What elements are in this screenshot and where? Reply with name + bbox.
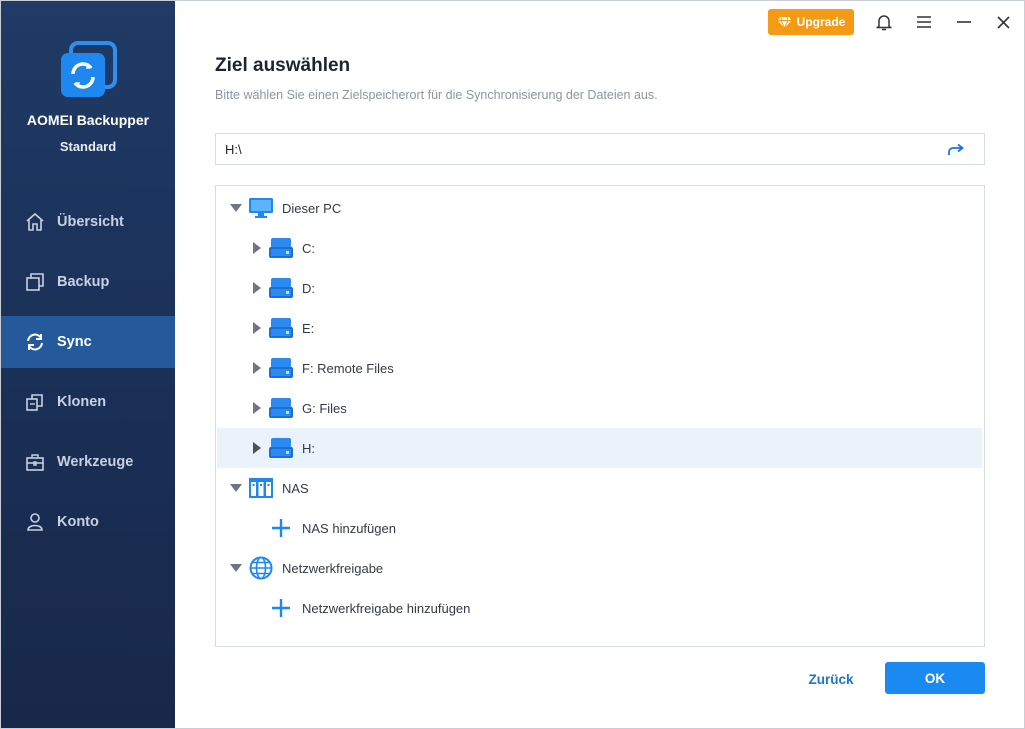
location-tree: Dieser PC C: D: E: F: Remote Files G: Fi… xyxy=(215,185,985,647)
upgrade-label: Upgrade xyxy=(796,15,846,29)
expand-right-arrow-icon[interactable] xyxy=(251,322,263,334)
sidebar-item-label: Werkzeuge xyxy=(57,454,134,470)
menu-icon[interactable] xyxy=(912,10,936,34)
expand-down-arrow-icon[interactable] xyxy=(230,482,242,494)
tree-node-network-share[interactable]: Netzwerkfreigabe xyxy=(217,548,982,588)
tree-node-drive[interactable]: E: xyxy=(217,308,982,348)
drive-icon xyxy=(269,436,293,460)
app-name: AOMEI Backupper xyxy=(26,112,150,128)
user-icon xyxy=(25,512,45,532)
notification-bell-icon[interactable] xyxy=(872,10,896,34)
tree-node-drive[interactable]: C: xyxy=(217,228,982,268)
sidebar-item-tools[interactable]: Werkzeuge xyxy=(1,436,175,488)
plus-icon xyxy=(269,596,293,620)
sync-icon xyxy=(25,332,45,352)
home-icon xyxy=(25,212,45,232)
drive-label: C: xyxy=(302,240,315,256)
sidebar-item-overview[interactable]: Übersicht xyxy=(1,196,175,248)
backup-icon xyxy=(25,272,45,292)
add-network-share-button[interactable]: Netzwerkfreigabe hinzufügen xyxy=(217,588,982,628)
plus-icon xyxy=(269,516,293,540)
nas-icon xyxy=(249,476,273,500)
tree-node-label: NAS xyxy=(282,480,309,496)
app-edition: Standard xyxy=(59,139,117,154)
drive-icon xyxy=(269,276,293,300)
back-button[interactable]: Zurück xyxy=(801,663,861,695)
expand-down-arrow-icon[interactable] xyxy=(230,562,242,574)
clone-icon xyxy=(25,392,45,412)
drive-label: E: xyxy=(302,320,315,336)
diamond-icon xyxy=(777,16,792,29)
sidebar: AOMEI Backupper Standard Übersicht Backu… xyxy=(1,1,175,728)
expand-right-arrow-icon[interactable] xyxy=(251,282,263,294)
upgrade-button[interactable]: Upgrade xyxy=(768,9,854,35)
sidebar-item-account[interactable]: Konto xyxy=(1,496,175,548)
toolbox-icon xyxy=(25,452,45,472)
app-logo-icon xyxy=(59,41,117,99)
tree-node-drive-selected[interactable]: H: xyxy=(217,428,982,468)
sidebar-item-sync[interactable]: Sync xyxy=(1,316,175,368)
path-field xyxy=(215,133,985,165)
expand-right-arrow-icon[interactable] xyxy=(251,242,263,254)
drive-icon xyxy=(269,236,293,260)
computer-icon xyxy=(249,196,273,220)
sidebar-item-label: Backup xyxy=(57,274,110,290)
tree-node-label: Dieser PC xyxy=(282,200,342,216)
sidebar-item-label: Übersicht xyxy=(57,214,124,230)
tree-node-drive[interactable]: G: Files xyxy=(217,388,982,428)
add-nas-button[interactable]: NAS hinzufügen xyxy=(217,508,982,548)
expand-right-arrow-icon[interactable] xyxy=(251,442,263,454)
sidebar-item-backup[interactable]: Backup xyxy=(1,256,175,308)
drive-label: G: Files xyxy=(302,400,347,416)
drive-label: H: xyxy=(302,440,315,456)
path-input[interactable] xyxy=(216,135,926,163)
page-subtitle: Bitte wählen Sie einen Zielspeicherort f… xyxy=(215,88,658,102)
app-window: AOMEI Backupper Standard Übersicht Backu… xyxy=(0,0,1025,729)
drive-icon xyxy=(269,396,293,420)
tree-node-this-pc[interactable]: Dieser PC xyxy=(217,188,982,228)
drive-icon xyxy=(269,356,293,380)
globe-icon xyxy=(249,556,273,580)
sidebar-item-clone[interactable]: Klonen xyxy=(1,376,175,428)
close-icon[interactable] xyxy=(991,10,1015,34)
expand-right-arrow-icon[interactable] xyxy=(251,402,263,414)
tree-node-drive[interactable]: F: Remote Files xyxy=(217,348,982,388)
drive-label: F: Remote Files xyxy=(302,360,394,376)
tree-node-nas[interactable]: NAS xyxy=(217,468,982,508)
sidebar-item-label: Konto xyxy=(57,514,99,530)
page-title: Ziel auswählen xyxy=(215,55,351,76)
ok-button[interactable]: OK xyxy=(885,662,985,694)
add-network-share-label: Netzwerkfreigabe hinzufügen xyxy=(302,600,471,616)
go-arrow-icon[interactable] xyxy=(946,140,966,160)
sidebar-item-label: Klonen xyxy=(57,394,107,410)
sidebar-item-label: Sync xyxy=(57,334,92,350)
drive-icon xyxy=(269,316,293,340)
sidebar-nav: Übersicht Backup Sync Klonen Werkzeuge K… xyxy=(1,196,175,556)
add-nas-label: NAS hinzufügen xyxy=(302,520,396,536)
minimize-icon[interactable] xyxy=(952,10,976,34)
tree-node-label: Netzwerkfreigabe xyxy=(282,560,384,576)
tree-node-drive[interactable]: D: xyxy=(217,268,982,308)
expand-down-arrow-icon[interactable] xyxy=(230,202,242,214)
drive-label: D: xyxy=(302,280,315,296)
expand-right-arrow-icon[interactable] xyxy=(251,362,263,374)
